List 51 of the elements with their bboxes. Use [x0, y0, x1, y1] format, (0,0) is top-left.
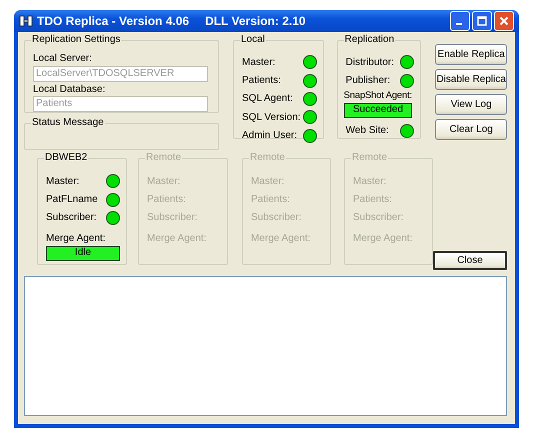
group-title: Replication — [344, 34, 396, 45]
field-label: Local Server: — [33, 53, 93, 66]
status-label: Distributor: — [346, 56, 394, 68]
status-label: Subscriber: — [250, 212, 302, 224]
close-button[interactable]: Close — [433, 251, 507, 270]
status-label: Merge Agent: — [352, 233, 414, 244]
action-button[interactable]: Enable Replica — [435, 44, 508, 65]
status-label: Patients: — [242, 75, 281, 86]
action-button[interactable]: Clear Log — [435, 119, 508, 140]
status-label: Merge Agent: — [250, 233, 312, 244]
group-title: Remote — [350, 152, 388, 163]
minimize-icon — [456, 23, 462, 25]
status-label: SQL Agent: — [242, 93, 293, 104]
group-title: Local — [240, 34, 266, 45]
status-label: Master: — [242, 56, 276, 68]
window-subtitle: DLL Version: 2.10 — [205, 14, 306, 28]
status-label: Publisher: — [346, 75, 390, 86]
status-box: Succeeded — [344, 102, 412, 118]
status-label: Patients: — [146, 194, 186, 206]
group-title: DBWEB2 — [44, 152, 88, 163]
status-label: Subscriber: — [146, 212, 198, 224]
action-button[interactable]: Disable Replica — [435, 69, 508, 90]
maximize-button[interactable] — [472, 11, 492, 31]
status-label: Master: — [46, 176, 80, 187]
status-label: Master: — [250, 176, 284, 187]
status-label: Subscriber: — [352, 212, 404, 224]
group-title: Remote — [144, 152, 182, 163]
status-label: Subscriber: — [46, 212, 97, 224]
status-label: PatFLname — [46, 194, 98, 206]
minimize-button[interactable] — [450, 11, 470, 31]
field-label: Local Database: — [33, 84, 106, 96]
close-button[interactable] — [494, 11, 514, 31]
status-label: Web Site: — [346, 125, 389, 136]
status-label: Admin User: — [242, 130, 298, 142]
group-title: Replication Settings — [31, 34, 122, 45]
status-label: Merge Agent: — [46, 233, 106, 244]
group-title: Remote — [248, 152, 286, 163]
maximize-icon — [477, 16, 487, 26]
status-box: Idle — [46, 246, 120, 262]
group-title: Status Message — [31, 117, 105, 128]
window-title: TDO Replica - Version 4.06 — [37, 14, 190, 28]
action-button[interactable]: View Log — [435, 94, 508, 115]
status-label: Master: — [352, 176, 386, 187]
status-label: SnapShot Agent: — [344, 90, 412, 101]
status-label: SQL Version: — [242, 112, 301, 123]
status-label: Patients: — [250, 194, 290, 206]
status-label: Master: — [146, 176, 180, 187]
app-icon — [19, 14, 33, 28]
status-label: Merge Agent: — [146, 233, 208, 244]
status-label: Patients: — [352, 194, 392, 206]
close-icon — [499, 16, 509, 26]
